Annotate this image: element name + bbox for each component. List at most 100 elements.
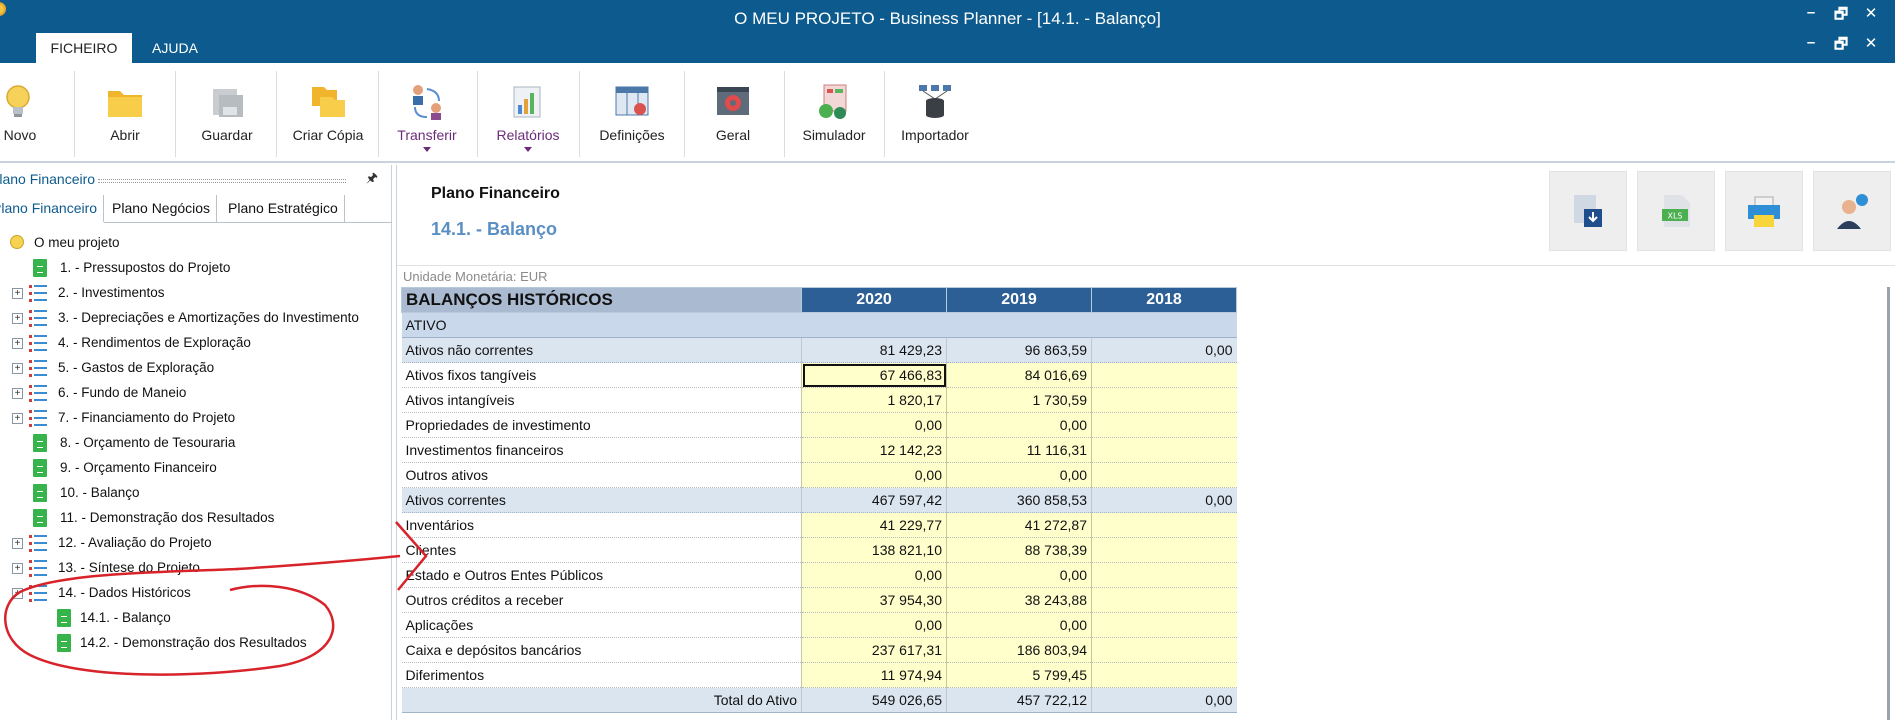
expand-icon[interactable]: + — [12, 338, 23, 349]
value-cell[interactable] — [1091, 387, 1237, 413]
tree-item[interactable]: +2. - Investimentos — [0, 281, 392, 306]
tree-item[interactable]: 14.1. - Balanço — [0, 606, 392, 631]
tree-item[interactable]: 9. - Orçamento Financeiro — [0, 456, 392, 481]
value-cell[interactable]: 84 016,69 — [946, 362, 1092, 388]
tree-item[interactable]: +7. - Financiamento do Projeto — [0, 406, 392, 431]
value-cell[interactable]: 0,00 — [801, 562, 947, 588]
year-header: 2018 — [1091, 287, 1237, 313]
expand-icon[interactable]: + — [12, 538, 23, 549]
doc-close-icon[interactable]: ✕ — [1861, 34, 1881, 54]
print-button[interactable] — [1725, 171, 1803, 251]
value-cell[interactable] — [1091, 612, 1237, 638]
value-cell[interactable]: 11 116,31 — [946, 437, 1092, 463]
geral-button[interactable]: Geral — [692, 65, 774, 161]
value-cell[interactable]: 1 730,59 — [946, 387, 1092, 413]
value-cell[interactable] — [1091, 537, 1237, 563]
novo-button[interactable]: Novo — [0, 65, 40, 161]
expand-icon[interactable]: + — [12, 563, 23, 574]
value-cell[interactable]: 1 820,17 — [801, 387, 947, 413]
tab-ajuda[interactable]: AJUDA — [142, 33, 208, 63]
value-cell[interactable]: 0,00 — [946, 412, 1092, 438]
tree-item[interactable]: 1. - Pressupostos do Projeto — [0, 256, 392, 281]
expand-icon[interactable]: + — [12, 388, 23, 399]
value-cell[interactable] — [1091, 562, 1237, 588]
tree-item[interactable]: 14.2. - Demonstração dos Resultados — [0, 631, 392, 656]
value-cell[interactable] — [1091, 662, 1237, 688]
tree-item[interactable]: +4. - Rendimentos de Exploração — [0, 331, 392, 356]
value-cell[interactable]: 11 974,94 — [801, 662, 947, 688]
tree-item[interactable]: 8. - Orçamento de Tesouraria — [0, 431, 392, 456]
pin-icon[interactable]: 🖈 — [366, 169, 380, 187]
vertical-scrollbar[interactable] — [1887, 287, 1890, 720]
value-cell[interactable]: 0,00 — [801, 612, 947, 638]
export-button[interactable] — [1549, 171, 1627, 251]
criar-copia-button[interactable]: Criar Cópia — [284, 65, 372, 161]
tab-plano-financeiro[interactable]: Plano Financeiro — [0, 195, 105, 223]
table-row: Inventários 41 229,77 41 272,87 — [401, 512, 1237, 538]
save-icon — [213, 89, 243, 117]
panel-grip[interactable] — [98, 179, 346, 183]
value-cell: 96 863,59 — [946, 337, 1092, 363]
definicoes-button[interactable]: Definições — [586, 65, 678, 161]
value-cell[interactable] — [1091, 462, 1237, 488]
value-cell[interactable]: 237 617,31 — [801, 637, 947, 663]
toolbar-separator — [74, 71, 75, 157]
value-cell[interactable]: 0,00 — [946, 612, 1092, 638]
value-cell[interactable]: 186 803,94 — [946, 637, 1092, 663]
tree-item[interactable]: +12. - Avaliação do Projeto — [0, 531, 392, 556]
tab-ficheiro[interactable]: FICHEIRO — [36, 33, 132, 63]
relatorios-button[interactable]: Relatórios — [486, 65, 570, 161]
tree-item[interactable]: O meu projeto — [0, 231, 392, 256]
document-icon — [57, 634, 71, 652]
doc-restore-icon[interactable]: 🗗 — [1831, 34, 1851, 54]
tree-item[interactable]: +3. - Depreciações e Amortizações do Inv… — [0, 306, 392, 331]
value-cell[interactable] — [1091, 637, 1237, 663]
value-cell[interactable] — [1091, 362, 1237, 388]
simulador-button[interactable]: Simulador — [792, 65, 876, 161]
value-cell[interactable]: 88 738,39 — [946, 537, 1092, 563]
value-cell[interactable] — [1091, 412, 1237, 438]
value-cell[interactable]: 67 466,83 — [801, 362, 947, 388]
guardar-button[interactable]: Guardar — [185, 65, 269, 161]
expand-icon[interactable]: + — [12, 288, 23, 299]
value-cell[interactable]: 41 272,87 — [946, 512, 1092, 538]
doc-minimize-icon[interactable]: – — [1801, 34, 1821, 54]
help-button[interactable] — [1813, 171, 1891, 251]
tree-item[interactable]: +13. - Síntese do Projeto — [0, 556, 392, 581]
tab-plano-negocios[interactable]: Plano Negócios — [106, 195, 218, 223]
value-cell[interactable]: 0,00 — [946, 562, 1092, 588]
tab-plano-estrategico[interactable]: Plano Estratégico — [222, 195, 345, 223]
table-row: Estado e Outros Entes Públicos 0,00 0,00 — [401, 562, 1237, 588]
value-cell[interactable] — [1091, 587, 1237, 613]
expand-icon[interactable]: + — [12, 313, 23, 324]
close-icon[interactable]: ✕ — [1861, 4, 1881, 24]
value-cell[interactable]: 5 799,45 — [946, 662, 1092, 688]
value-cell[interactable] — [1091, 512, 1237, 538]
restore-icon[interactable]: 🗗 — [1831, 4, 1851, 24]
tree-item[interactable]: +14. - Dados Históricos — [0, 581, 392, 606]
abrir-button[interactable]: Abrir — [85, 65, 165, 161]
value-cell[interactable] — [1091, 437, 1237, 463]
value-cell[interactable]: 138 821,10 — [801, 537, 947, 563]
transferir-button[interactable]: Transferir — [386, 65, 468, 161]
xls-export-button[interactable]: XLS — [1637, 171, 1715, 251]
tree-item[interactable]: 11. - Demonstração dos Resultados — [0, 506, 392, 531]
value-cell[interactable]: 41 229,77 — [801, 512, 947, 538]
tree-item[interactable]: +5. - Gastos de Exploração — [0, 356, 392, 381]
copy-icon — [312, 87, 345, 117]
minimize-icon[interactable]: – — [1801, 4, 1821, 24]
value-cell[interactable]: 0,00 — [801, 412, 947, 438]
value-cell[interactable]: 37 954,30 — [801, 587, 947, 613]
expand-icon[interactable]: + — [12, 363, 23, 374]
tree-item[interactable]: 10. - Balanço — [0, 481, 392, 506]
value-cell[interactable]: 12 142,23 — [801, 437, 947, 463]
importador-button[interactable]: Importador — [890, 65, 980, 161]
value-cell[interactable]: 0,00 — [946, 462, 1092, 488]
value-cell[interactable]: 0,00 — [801, 462, 947, 488]
xls-icon: XLS — [1662, 195, 1690, 227]
value-cell[interactable]: 38 243,88 — [946, 587, 1092, 613]
expand-icon[interactable]: + — [12, 413, 23, 424]
toolbar-separator — [378, 71, 379, 157]
expand-icon[interactable]: + — [12, 588, 23, 599]
tree-item[interactable]: +6. - Fundo de Maneio — [0, 381, 392, 406]
